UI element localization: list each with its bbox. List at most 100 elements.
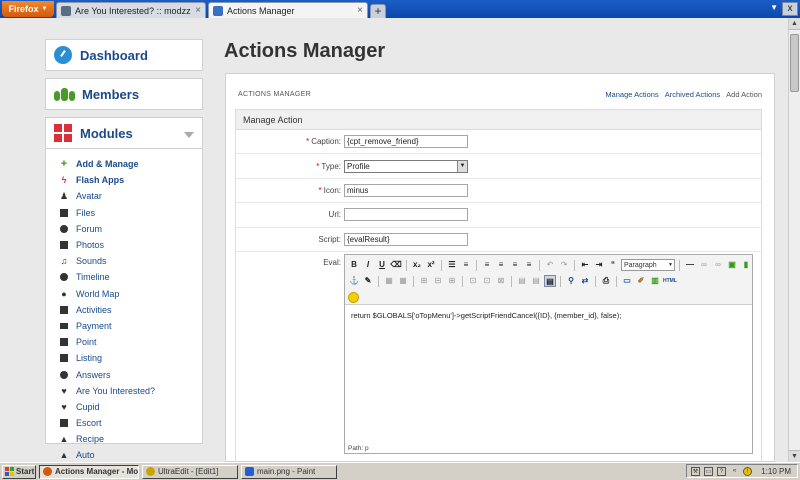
redo-icon[interactable]: ↷ — [558, 259, 570, 271]
underline-icon[interactable]: U — [376, 259, 388, 271]
start-button[interactable]: Start — [2, 464, 36, 479]
taskbar-button-ultraedit[interactable]: UltraEdit - [Edit1] — [142, 464, 238, 479]
type-select[interactable]: Profile ▼ — [344, 159, 468, 173]
html-source-icon[interactable]: HTML — [663, 275, 677, 287]
monitor-icon[interactable]: ▭ — [704, 466, 713, 476]
scroll-down-icon[interactable]: ▼ — [789, 450, 800, 462]
sidebar-item-modules[interactable]: Modules — [45, 117, 203, 149]
new-tab-button[interactable]: + — [370, 4, 386, 18]
media-icon[interactable]: ▮ — [740, 259, 752, 271]
list-all-tabs-icon[interactable]: ▼ — [770, 3, 778, 12]
tab-close-icon[interactable]: × — [357, 5, 363, 16]
taskbar-button-firefox[interactable]: Actions Manager - Mo... — [39, 464, 139, 479]
caption-input[interactable]: {cpt_remove_friend} — [344, 135, 468, 149]
help-icon[interactable]: ? — [717, 466, 726, 476]
tool-icon[interactable]: ⚒ — [691, 466, 700, 476]
align-right-icon[interactable]: ≡ — [509, 259, 521, 271]
unlink-icon[interactable]: ∞ — [712, 259, 724, 271]
module-item-timeline[interactable]: Timeline — [60, 269, 202, 285]
module-item-photos[interactable]: Photos — [60, 237, 202, 253]
tab-close-icon[interactable]: × — [195, 5, 201, 16]
row-props-icon[interactable]: ▤ — [530, 275, 542, 287]
italic-icon[interactable]: I — [362, 259, 374, 271]
script-input[interactable]: {evalResult} — [344, 232, 468, 246]
scroll-thumb[interactable] — [790, 34, 799, 92]
cleanup-icon[interactable]: ✐ — [635, 275, 647, 287]
bold-icon[interactable]: B — [348, 259, 360, 271]
anchor-icon[interactable]: ⚓ — [348, 275, 360, 287]
table-props-icon[interactable]: ▦ — [397, 275, 409, 287]
merge-cells-icon[interactable]: ⊡ — [467, 275, 479, 287]
edit-code-icon[interactable]: ✎ — [362, 275, 374, 287]
module-item-escort[interactable]: Escort — [60, 415, 202, 431]
cell-props-icon[interactable]: ▤ — [516, 275, 528, 287]
module-item-are-you-interested[interactable]: ♥ Are You Interested? — [60, 383, 202, 399]
insert-col-icon[interactable]: ⊞ — [446, 275, 458, 287]
icon-input[interactable]: minus — [344, 183, 468, 197]
clear-format-icon[interactable]: ⌫ — [390, 259, 402, 271]
print-icon[interactable]: ⎙ — [600, 275, 612, 287]
paste-icon[interactable]: ▥ — [649, 275, 661, 287]
alert-icon[interactable]: ! — [743, 466, 752, 476]
taskbar-button-paint[interactable]: main.png - Paint — [241, 464, 337, 479]
visual-aid-icon[interactable]: ▤ — [544, 275, 556, 288]
editor-content[interactable]: return $GLOBALS['oTopMenu']->getScriptFr… — [345, 305, 752, 326]
dashboard-gauge-icon — [54, 46, 72, 64]
module-item-sounds[interactable]: ♫ Sounds — [60, 253, 202, 269]
chevron-down-icon[interactable] — [184, 132, 194, 138]
sidebar-item-members[interactable]: Members — [45, 78, 203, 110]
format-select[interactable]: Paragraph ▼ — [621, 259, 675, 272]
module-item-payment[interactable]: Payment — [60, 318, 202, 334]
module-item-auto[interactable]: ▲ Auto — [60, 447, 202, 462]
close-window-button[interactable]: x — [782, 2, 798, 16]
image-icon[interactable]: ▣ — [726, 259, 738, 271]
align-center-icon[interactable]: ≡ — [495, 259, 507, 271]
module-item-avatar[interactable]: ♟ Avatar — [60, 188, 202, 204]
scroll-up-icon[interactable]: ▲ — [789, 18, 800, 30]
subscript-icon[interactable]: x₂ — [411, 259, 423, 271]
module-item-answers[interactable]: Answers — [60, 366, 202, 382]
emoticon-icon[interactable] — [348, 291, 359, 303]
expand-tray-icon[interactable]: « — [730, 467, 739, 476]
archived-actions-link[interactable]: Archived Actions — [665, 90, 720, 99]
indent-icon[interactable]: ⇥ — [593, 259, 605, 271]
add-action-link[interactable]: Add Action — [726, 90, 762, 99]
outdent-icon[interactable]: ⇤ — [579, 259, 591, 271]
module-item-add-manage[interactable]: + Add & Manage — [60, 156, 202, 172]
module-item-cupid[interactable]: ♥ Cupid — [60, 399, 202, 415]
horizontal-rule-icon[interactable]: — — [684, 259, 696, 271]
module-item-world-map[interactable]: ● World Map — [60, 286, 202, 302]
blockquote-icon[interactable]: “ — [607, 259, 619, 271]
split-cells-icon[interactable]: ⊡ — [481, 275, 493, 287]
bullet-list-icon[interactable]: ☰ — [446, 259, 458, 271]
firefox-menu-button[interactable]: Firefox ▼ — [2, 1, 54, 17]
module-item-point[interactable]: Point — [60, 334, 202, 350]
module-item-flash-apps[interactable]: ϟ Flash Apps — [60, 172, 202, 188]
align-justify-icon[interactable]: ≡ — [523, 259, 535, 271]
table-icon[interactable]: ▦ — [383, 275, 395, 287]
url-input[interactable] — [344, 208, 468, 222]
superscript-icon[interactable]: x² — [425, 259, 437, 271]
browser-tab[interactable]: Are You Interested? :: modzzz × — [56, 2, 206, 18]
module-item-forum[interactable]: Forum — [60, 221, 202, 237]
find-icon[interactable]: ⚲ — [565, 275, 577, 287]
module-item-files[interactable]: Files — [60, 205, 202, 221]
module-item-listing[interactable]: Listing — [60, 350, 202, 366]
align-left-icon[interactable]: ≡ — [481, 259, 493, 271]
numbered-list-icon[interactable]: ≡ — [460, 259, 472, 271]
link-icon[interactable]: ∞ — [698, 259, 710, 271]
module-item-recipe[interactable]: ▲ Recipe — [60, 431, 202, 447]
insert-row-icon[interactable]: ⊞ — [418, 275, 430, 287]
chevron-down-icon[interactable]: ▼ — [457, 160, 467, 172]
preview-icon[interactable]: ▭ — [621, 275, 633, 287]
delete-row-icon[interactable]: ⊟ — [432, 275, 444, 287]
module-item-activities[interactable]: Activities — [60, 302, 202, 318]
browser-tab-active[interactable]: Actions Manager × — [208, 2, 368, 18]
replace-icon[interactable]: ⇄ — [579, 275, 591, 287]
undo-icon[interactable]: ↶ — [544, 259, 556, 271]
manage-actions-link[interactable]: Manage Actions — [605, 90, 658, 99]
sidebar-item-dashboard[interactable]: Dashboard — [45, 39, 203, 71]
page-scrollbar[interactable]: ▲ ▼ — [788, 18, 800, 462]
chevron-down-icon[interactable]: ▼ — [668, 262, 674, 268]
delete-table-icon[interactable]: ⊠ — [495, 275, 507, 287]
